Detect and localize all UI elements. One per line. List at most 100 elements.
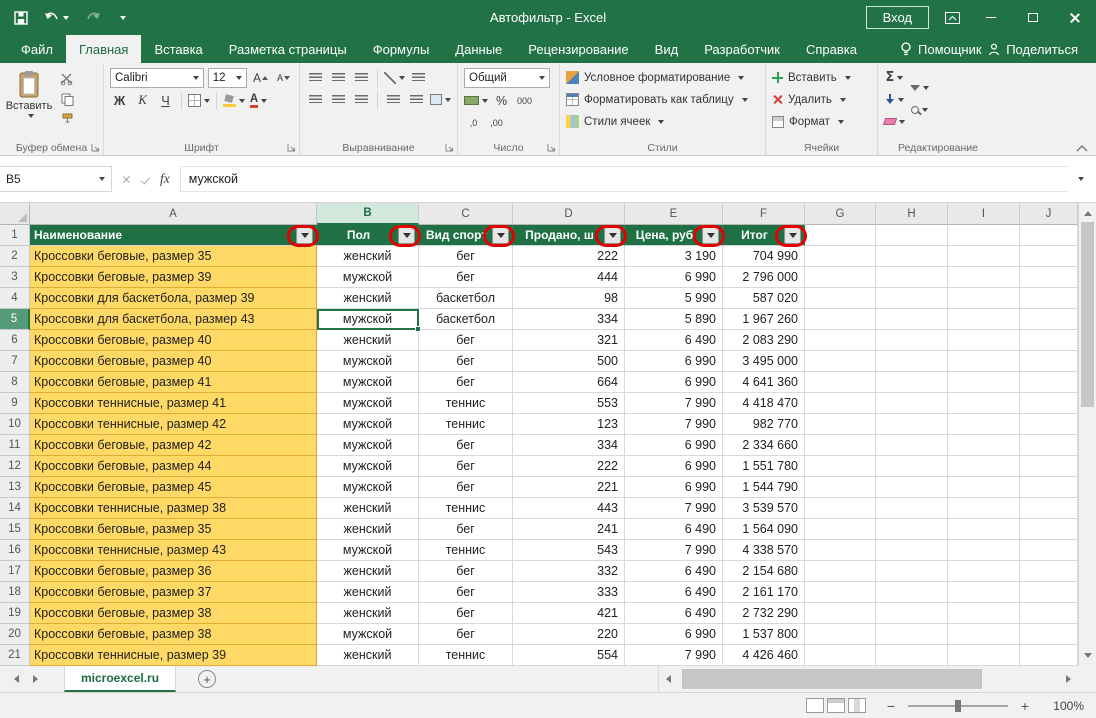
cell[interactable]: 553 [513,393,625,414]
align-center-icon[interactable] [329,90,348,109]
cell[interactable] [876,267,948,288]
cell[interactable]: бег [419,561,513,582]
cell[interactable] [805,309,876,330]
close-button[interactable] [1054,0,1096,35]
cell[interactable]: 2 083 290 [723,330,805,351]
cell[interactable]: мужской [317,540,419,561]
cell[interactable]: 664 [513,372,625,393]
cell[interactable] [948,498,1020,519]
borders-button[interactable] [188,91,210,110]
previous-sheet-icon[interactable] [14,675,19,683]
cell[interactable]: 6 990 [625,267,723,288]
cell[interactable]: 554 [513,645,625,666]
cell[interactable] [948,624,1020,645]
cell[interactable] [1020,351,1078,372]
row-header-19[interactable]: 19 [0,603,30,624]
cell[interactable]: 704 990 [723,246,805,267]
row-header-2[interactable]: 2 [0,246,30,267]
cell[interactable] [1020,561,1078,582]
column-header-D[interactable]: D [513,203,625,225]
cell[interactable]: мужской [317,624,419,645]
filter-dropdown-button[interactable] [784,227,801,244]
cell[interactable]: 222 [513,456,625,477]
cell[interactable] [1020,624,1078,645]
cell[interactable] [1020,393,1078,414]
cell[interactable] [948,246,1020,267]
cell[interactable]: 500 [513,351,625,372]
cell[interactable] [1020,267,1078,288]
cell[interactable] [876,561,948,582]
cell[interactable]: мужской [317,456,419,477]
cell[interactable]: женский [317,603,419,624]
tab-Файл[interactable]: Файл [8,35,66,63]
cell[interactable]: Кроссовки беговые, размер 38 [30,624,317,645]
cell[interactable]: Кроссовки беговые, размер 36 [30,561,317,582]
align-right-icon[interactable] [352,90,371,109]
cell[interactable] [805,393,876,414]
filter-dropdown-button[interactable] [604,227,621,244]
cell[interactable] [805,372,876,393]
cell[interactable]: 2 732 290 [723,603,805,624]
cell[interactable]: бег [419,372,513,393]
cell[interactable]: 4 418 470 [723,393,805,414]
cell[interactable]: 4 641 360 [723,372,805,393]
cell[interactable] [805,477,876,498]
page-break-view-button[interactable] [848,698,866,713]
cell[interactable] [876,540,948,561]
cell[interactable]: 6 990 [625,624,723,645]
cell[interactable]: мужской [317,351,419,372]
selected-cell[interactable]: мужской [317,309,419,330]
scroll-right-icon[interactable] [1066,675,1071,683]
row-header-4[interactable]: 4 [0,288,30,309]
cell[interactable]: 1 551 780 [723,456,805,477]
cell[interactable]: 6 490 [625,330,723,351]
table-header-cell[interactable]: Продано, ш [513,225,625,246]
row-header-9[interactable]: 9 [0,393,30,414]
cell[interactable] [948,603,1020,624]
cell[interactable] [1020,498,1078,519]
cell[interactable]: Кроссовки теннисные, размер 41 [30,393,317,414]
row-header-13[interactable]: 13 [0,477,30,498]
cell[interactable]: Кроссовки теннисные, размер 42 [30,414,317,435]
cell[interactable]: 587 020 [723,288,805,309]
cell[interactable]: бег [419,351,513,372]
cell[interactable] [1020,225,1078,246]
tab-Разметка страницы[interactable]: Разметка страницы [216,35,360,63]
clipboard-dialog-launcher-icon[interactable] [91,143,100,152]
vertical-scrollbar-thumb[interactable] [1081,222,1094,407]
format-as-table-button[interactable]: Форматировать как таблицу [566,90,759,109]
cell[interactable] [1020,645,1078,666]
find-select-button[interactable] [910,100,929,119]
copy-icon[interactable] [57,91,77,107]
cell[interactable]: 6 990 [625,456,723,477]
cell[interactable] [948,414,1020,435]
cell[interactable] [876,477,948,498]
cell[interactable]: бег [419,582,513,603]
vertical-scrollbar[interactable] [1078,203,1096,666]
cell[interactable] [876,330,948,351]
cell[interactable]: Кроссовки теннисные, размер 43 [30,540,317,561]
cell[interactable]: 6 490 [625,561,723,582]
cell[interactable]: Кроссовки беговые, размер 35 [30,519,317,540]
font-dialog-launcher-icon[interactable] [287,143,296,152]
cell[interactable] [805,603,876,624]
bold-button[interactable]: Ж [110,91,129,110]
cell[interactable] [1020,519,1078,540]
cell[interactable]: женский [317,330,419,351]
row-header-17[interactable]: 17 [0,561,30,582]
autosum-button[interactable]: Σ [884,68,905,87]
alignment-dialog-launcher-icon[interactable] [445,143,454,152]
cell[interactable]: бег [419,519,513,540]
cell[interactable] [876,456,948,477]
cell[interactable] [948,477,1020,498]
cell[interactable]: мужской [317,435,419,456]
cell[interactable] [1020,372,1078,393]
cell[interactable] [805,351,876,372]
orientation-icon[interactable] [384,68,405,87]
row-header-11[interactable]: 11 [0,435,30,456]
italic-button[interactable]: К [133,91,152,110]
column-header-E[interactable]: E [625,203,723,225]
page-layout-view-button[interactable] [827,698,845,713]
cell[interactable] [876,645,948,666]
filter-dropdown-button[interactable] [492,227,509,244]
